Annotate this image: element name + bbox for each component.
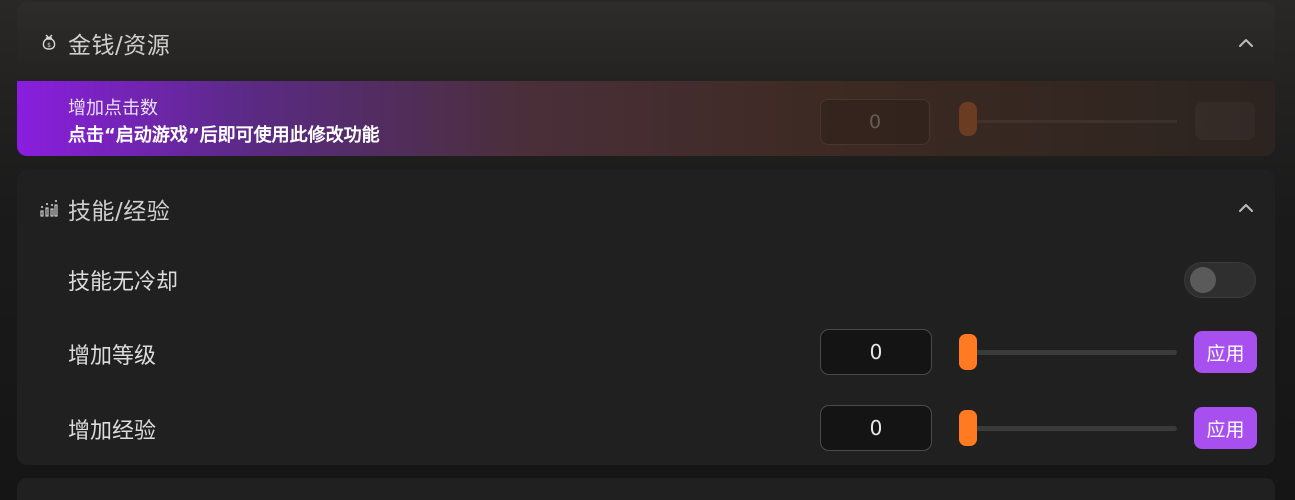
start-game-hint: 点击“启动游戏”后即可使用此修改功能 [68, 125, 380, 146]
svg-text:$: $ [47, 42, 51, 49]
add-clicks-slider-track-disabled [977, 120, 1177, 123]
section-title: 金钱/资源 [68, 33, 171, 59]
add-exp-label: 增加经验 [68, 419, 157, 444]
slider-thumb[interactable] [959, 410, 977, 446]
add-exp-apply-button[interactable]: 应用 [1194, 407, 1257, 449]
slider-track [967, 350, 1177, 355]
disabled-row-add-clicks: 0 增加点击数 点击“启动游戏”后即可使用此修改功能 [17, 81, 1275, 156]
bar-chart-icon [39, 198, 59, 218]
section-title: 技能/经验 [68, 199, 171, 225]
add-exp-input[interactable] [820, 405, 932, 451]
chevron-up-icon[interactable] [1235, 32, 1257, 54]
add-clicks-input-disabled: 0 [820, 99, 930, 145]
no-cooldown-toggle[interactable] [1184, 262, 1256, 298]
no-cooldown-label: 技能无冷却 [68, 270, 179, 295]
add-level-apply-button[interactable]: 应用 [1194, 331, 1257, 373]
slider-track [967, 426, 1177, 431]
add-level-slider[interactable] [959, 334, 1177, 370]
skills-experience-section: 技能/经验 技能无冷却 增加等级 应用 增加经验 [17, 170, 1275, 465]
trainer-panel: $ 金钱/资源 0 增加点击数 点击“启动游戏”后即可使用此修改功能 技能/经验… [0, 0, 1295, 500]
add-clicks-slider-thumb-disabled [959, 102, 977, 136]
section-header-money[interactable]: $ 金钱/资源 [17, 2, 1275, 82]
money-resources-section: $ 金钱/资源 0 增加点击数 点击“启动游戏”后即可使用此修改功能 [17, 2, 1275, 156]
next-section[interactable] [17, 478, 1275, 500]
row-label: 增加点击数 [68, 98, 158, 119]
money-bag-icon: $ [39, 32, 59, 52]
slider-thumb[interactable] [959, 334, 977, 370]
chevron-up-icon[interactable] [1235, 197, 1257, 219]
add-level-input[interactable] [820, 329, 932, 375]
add-exp-slider[interactable] [959, 410, 1177, 446]
add-level-label: 增加等级 [68, 344, 157, 369]
add-clicks-apply-button-disabled [1195, 102, 1255, 140]
toggle-knob [1190, 267, 1216, 293]
section-header-skills[interactable]: 技能/经验 [17, 170, 1275, 246]
